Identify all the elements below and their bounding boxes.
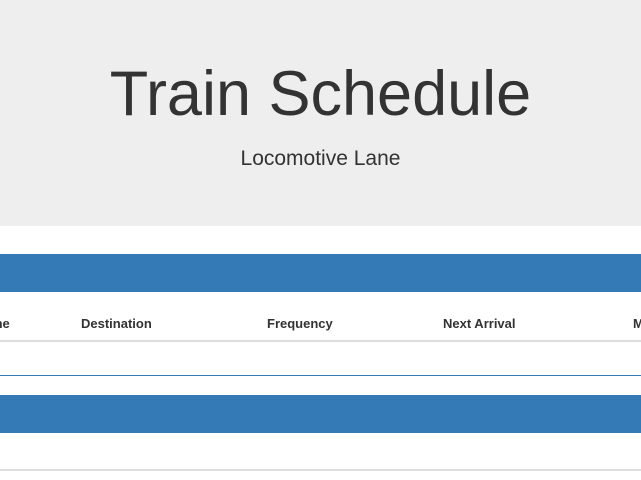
panel-divider	[0, 469, 641, 471]
header-jumbotron: Train Schedule Locomotive Lane	[0, 0, 641, 226]
column-header-line: ine	[0, 316, 10, 331]
table-row	[0, 342, 641, 376]
add-train-panel-heading	[0, 395, 641, 433]
page-title: Train Schedule	[109, 59, 532, 129]
column-header-frequency: Frequency	[267, 316, 333, 331]
schedule-panel-heading	[0, 254, 641, 292]
column-header-next-arrival: Next Arrival	[443, 316, 516, 331]
page: Train Schedule Locomotive Lane ine Desti…	[0, 0, 641, 480]
column-header-destination: Destination	[81, 316, 152, 331]
page-subtitle: Locomotive Lane	[240, 147, 401, 170]
schedule-table-header: ine Destination Frequency Next Arrival M	[0, 304, 641, 342]
column-header-minutes-away: M	[633, 316, 641, 331]
